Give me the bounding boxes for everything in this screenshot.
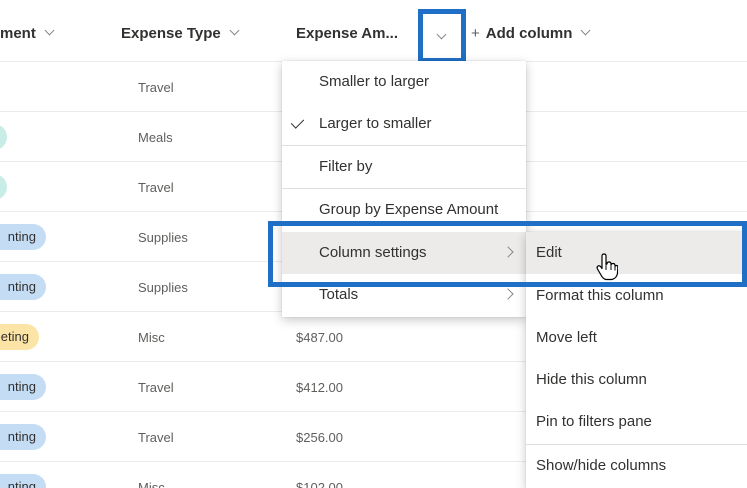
- submenu-item-edit[interactable]: Edit: [526, 232, 747, 274]
- expense-type-cell: Travel: [138, 80, 174, 95]
- menu-item-column-settings[interactable]: Column settings: [282, 232, 526, 274]
- expense-type-cell: Travel: [138, 380, 174, 395]
- column-header-department[interactable]: ment: [0, 25, 55, 42]
- column-menu: Smaller to larger Larger to smaller Filt…: [282, 61, 526, 317]
- department-pill: nting: [0, 274, 46, 300]
- column-settings-submenu: Edit Format this column Move left Hide t…: [526, 232, 747, 488]
- expense-amount-cell: $102.00: [296, 480, 343, 488]
- menu-item-label: Filter by: [319, 158, 373, 175]
- menu-item-label: Group by Expense Amount: [319, 201, 499, 218]
- menu-item-label: Totals: [319, 286, 359, 303]
- expense-type-cell: Meals: [138, 130, 173, 145]
- expense-type-cell: Travel: [138, 430, 174, 445]
- submenu-item-pin-to-filters[interactable]: Pin to filters pane: [526, 401, 747, 443]
- department-pill: nting: [0, 424, 46, 450]
- column-header-expense-type-label: Expense Type: [121, 25, 221, 42]
- column-header-expense-type[interactable]: Expense Type: [121, 25, 240, 42]
- submenu-item-hide-column[interactable]: Hide this column: [526, 359, 747, 401]
- menu-item-label: Column settings: [319, 244, 427, 261]
- chevron-down-icon: [580, 25, 591, 36]
- checkmark-icon: [290, 115, 305, 129]
- department-pill: nting: [0, 224, 46, 250]
- hand-cursor-icon: [596, 253, 618, 281]
- department-pill: [0, 174, 7, 200]
- submenu-item-label: Show/hide columns: [536, 457, 667, 474]
- submenu-item-show-hide-columns[interactable]: Show/hide columns: [526, 445, 747, 487]
- expense-type-cell: Misc: [138, 480, 165, 488]
- list-header: ment Expense Type Expense Am... + Add col…: [0, 0, 747, 62]
- submenu-item-label: Format this column: [536, 287, 664, 304]
- submenu-item-label: Hide this column: [536, 371, 647, 388]
- department-pill: nting: [0, 474, 46, 488]
- add-column-button[interactable]: + Add column: [471, 25, 591, 42]
- expense-type-cell: Travel: [138, 180, 174, 195]
- menu-item-group-by[interactable]: Group by Expense Amount: [282, 189, 526, 231]
- chevron-down-icon: [44, 25, 55, 36]
- expense-type-cell: Misc: [138, 330, 165, 345]
- column-header-department-label: ment: [0, 25, 36, 42]
- chevron-down-icon: [436, 29, 447, 40]
- expense-amount-cell: $256.00: [296, 430, 343, 445]
- chevron-down-icon: [229, 25, 240, 36]
- menu-item-smaller-to-larger[interactable]: Smaller to larger: [282, 61, 526, 103]
- submenu-item-format-column[interactable]: Format this column: [526, 275, 747, 317]
- chevron-right-icon: [502, 288, 514, 300]
- menu-item-filter-by[interactable]: Filter by: [282, 146, 526, 188]
- expense-amount-cell: $487.00: [296, 330, 343, 345]
- submenu-item-move-left[interactable]: Move left: [526, 317, 747, 359]
- department-pill: eting: [0, 324, 39, 350]
- menu-item-totals[interactable]: Totals: [282, 274, 526, 316]
- expense-amount-column-menu-button[interactable]: [418, 9, 466, 63]
- column-header-expense-amount[interactable]: Expense Am...: [296, 25, 398, 42]
- menu-item-label: Larger to smaller: [319, 115, 432, 132]
- submenu-item-label: Edit: [536, 244, 562, 261]
- menu-item-label: Smaller to larger: [319, 73, 430, 90]
- department-pill: nting: [0, 374, 46, 400]
- chevron-right-icon: [502, 246, 514, 258]
- add-column-label: Add column: [485, 25, 573, 42]
- plus-icon: +: [471, 25, 480, 42]
- column-header-expense-amount-label: Expense Am...: [296, 25, 398, 42]
- expense-type-cell: Supplies: [138, 230, 188, 245]
- expense-amount-cell: $412.00: [296, 380, 343, 395]
- submenu-item-label: Move left: [536, 329, 597, 346]
- department-pill: [0, 124, 7, 150]
- menu-item-larger-to-smaller[interactable]: Larger to smaller: [282, 103, 526, 145]
- expense-type-cell: Supplies: [138, 280, 188, 295]
- submenu-item-label: Pin to filters pane: [536, 413, 652, 430]
